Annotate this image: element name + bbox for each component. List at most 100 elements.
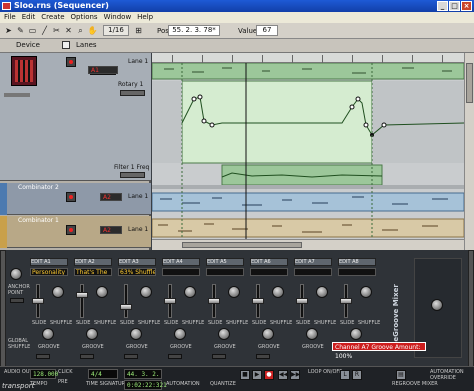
sequencer-arrange-view[interactable] bbox=[152, 53, 464, 239]
global-shuffle-button[interactable] bbox=[80, 354, 94, 359]
loop-left-button[interactable]: L bbox=[340, 370, 350, 380]
magnify-tool-icon[interactable]: ⌕ bbox=[75, 26, 86, 36]
slide-fader-handle[interactable] bbox=[164, 298, 176, 304]
channel-patch-name[interactable]: Personality bbox=[30, 268, 68, 276]
arrow-tool-icon[interactable]: ➤ bbox=[3, 26, 14, 36]
regroove-button[interactable]: ▤ bbox=[396, 370, 406, 380]
play-button[interactable]: ▶ bbox=[252, 370, 262, 380]
minimize-button[interactable]: _ bbox=[437, 1, 448, 11]
global-shuffle-button[interactable] bbox=[212, 354, 226, 359]
filter-lane-value[interactable] bbox=[120, 172, 145, 178]
lanes-toggle[interactable] bbox=[62, 41, 70, 49]
track-rotary[interactable]: Lane 1 A1 Rotary 1 Filter 1 Freq bbox=[0, 53, 151, 181]
record-transport-button[interactable]: ● bbox=[264, 370, 274, 380]
rotary-lane-value[interactable] bbox=[120, 90, 145, 96]
channel-header[interactable]: EDIT A8 bbox=[338, 258, 376, 266]
channel-patch-name[interactable] bbox=[250, 268, 288, 276]
bar-ruler[interactable] bbox=[152, 53, 464, 63]
global-shuffle-button[interactable] bbox=[36, 354, 50, 359]
menu-options[interactable]: Options bbox=[71, 12, 98, 23]
global-shuffle-knob[interactable] bbox=[10, 268, 22, 280]
anchor-button[interactable] bbox=[10, 298, 24, 303]
global-shuffle-button[interactable] bbox=[256, 354, 270, 359]
channel-patch-name[interactable] bbox=[162, 268, 200, 276]
pencil-tool-icon[interactable]: ✎ bbox=[15, 26, 26, 36]
snap-icon[interactable]: ⊞ bbox=[133, 26, 144, 36]
menu-window[interactable]: Window bbox=[104, 12, 132, 23]
channel-header[interactable]: EDIT A4 bbox=[162, 258, 200, 266]
tempo-display[interactable]: 128.000 bbox=[30, 369, 58, 379]
menu-create[interactable]: Create bbox=[41, 12, 64, 23]
eraser-tool-icon[interactable]: ▭ bbox=[27, 26, 38, 36]
rewind-button[interactable]: ◀◀ bbox=[278, 370, 288, 380]
horizontal-scroll-thumb[interactable] bbox=[182, 242, 302, 248]
slide-fader-handle[interactable] bbox=[340, 298, 352, 304]
lane-slot-a1[interactable]: A1 bbox=[88, 66, 118, 74]
position-display[interactable]: 44. 3. 2. 153 bbox=[124, 369, 162, 387]
menu-help[interactable]: Help bbox=[137, 12, 153, 23]
slide-fader-handle[interactable] bbox=[208, 298, 220, 304]
slide-fader-handle[interactable] bbox=[120, 304, 132, 310]
arrange-canvas[interactable] bbox=[152, 63, 464, 239]
global-shuffle-button[interactable] bbox=[124, 354, 138, 359]
menu-file[interactable]: File bbox=[4, 12, 16, 23]
fast-forward-button[interactable]: ▶▶ bbox=[290, 370, 300, 380]
channel-header[interactable]: EDIT A5 bbox=[206, 258, 244, 266]
track-combinator-1[interactable]: Combinator 1 A2 Lane 1 bbox=[0, 216, 151, 248]
stop-button[interactable]: ■ bbox=[240, 370, 250, 380]
groove-knob[interactable] bbox=[174, 328, 186, 340]
groove-knob[interactable] bbox=[350, 328, 362, 340]
lane-slot-a2[interactable]: A2 bbox=[100, 193, 122, 201]
razor-tool-icon[interactable]: ✂ bbox=[51, 26, 62, 36]
close-button[interactable]: × bbox=[461, 1, 472, 11]
shuffle-knob[interactable] bbox=[140, 286, 152, 298]
channel-header[interactable]: EDIT A1 bbox=[30, 258, 68, 266]
channel-header[interactable]: EDIT A3 bbox=[118, 258, 156, 266]
side-knob[interactable] bbox=[431, 299, 443, 311]
quantize-select[interactable]: 1/16 bbox=[103, 25, 129, 36]
channel-patch-name[interactable] bbox=[338, 268, 376, 276]
channel-header[interactable]: EDIT A7 bbox=[294, 258, 332, 266]
groove-knob[interactable] bbox=[42, 328, 54, 340]
groove-knob[interactable] bbox=[306, 328, 318, 340]
record-button[interactable] bbox=[66, 57, 76, 67]
shuffle-knob[interactable] bbox=[96, 286, 108, 298]
position-field[interactable]: 55. 2. 3. 78* bbox=[168, 25, 220, 36]
slide-fader[interactable] bbox=[124, 284, 128, 318]
loop-right-button[interactable]: R bbox=[352, 370, 362, 380]
slide-fader[interactable] bbox=[80, 284, 84, 318]
channel-patch-name[interactable] bbox=[294, 268, 332, 276]
slide-fader-handle[interactable] bbox=[296, 298, 308, 304]
shuffle-knob[interactable] bbox=[316, 286, 328, 298]
shuffle-knob[interactable] bbox=[184, 286, 196, 298]
lane-slot-a2b[interactable]: A2 bbox=[100, 226, 122, 234]
value-field[interactable]: 67 bbox=[256, 25, 278, 36]
vertical-scrollbar[interactable] bbox=[464, 53, 474, 250]
record-button-3[interactable] bbox=[66, 225, 76, 235]
device-thumbnail[interactable] bbox=[11, 56, 37, 86]
shuffle-knob[interactable] bbox=[360, 286, 372, 298]
global-shuffle-button[interactable] bbox=[168, 354, 182, 359]
horizontal-scrollbar[interactable] bbox=[152, 239, 464, 250]
line-tool-icon[interactable]: ╱ bbox=[39, 26, 50, 36]
slide-fader-handle[interactable] bbox=[76, 292, 88, 298]
groove-knob[interactable] bbox=[262, 328, 274, 340]
channel-patch-name[interactable]: 63% Shuffle bbox=[118, 268, 156, 276]
time-display[interactable]: 0:02:22:321 bbox=[124, 380, 167, 390]
vertical-scroll-thumb[interactable] bbox=[466, 63, 473, 103]
channel-header[interactable]: EDIT A2 bbox=[74, 258, 112, 266]
menu-edit[interactable]: Edit bbox=[22, 12, 36, 23]
slide-fader-handle[interactable] bbox=[32, 298, 44, 304]
track-combinator-2[interactable]: Combinator 2 A2 Lane 1 bbox=[0, 183, 151, 215]
slide-fader-handle[interactable] bbox=[252, 298, 264, 304]
groove-knob[interactable] bbox=[130, 328, 142, 340]
groove-knob[interactable] bbox=[218, 328, 230, 340]
record-button-2[interactable] bbox=[66, 192, 76, 202]
shuffle-knob[interactable] bbox=[52, 286, 64, 298]
hand-tool-icon[interactable]: ✋ bbox=[87, 26, 98, 36]
groove-knob[interactable] bbox=[86, 328, 98, 340]
channel-patch-name[interactable]: That's The bbox=[74, 268, 112, 276]
shuffle-knob[interactable] bbox=[272, 286, 284, 298]
channel-header[interactable]: EDIT A6 bbox=[250, 258, 288, 266]
shuffle-knob[interactable] bbox=[228, 286, 240, 298]
